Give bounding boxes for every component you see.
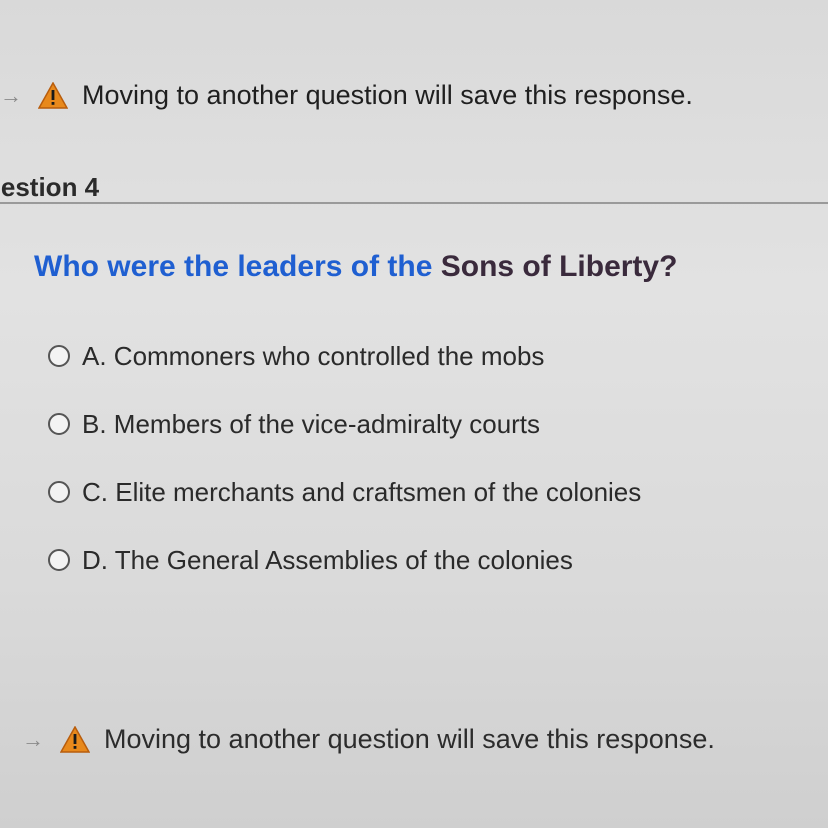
warning-triangle-icon [60, 726, 90, 753]
radio-button-a[interactable] [48, 345, 70, 367]
quiz-page: → Moving to another question will save t… [0, 0, 828, 828]
prompt-text-part2: Sons of Liberty? [440, 250, 678, 283]
warning-triangle-icon [38, 82, 68, 109]
question-header: uestion 4 [0, 172, 140, 206]
save-notice-bottom: → Moving to another question will save t… [22, 724, 715, 755]
question-number: uestion 4 [0, 172, 100, 202]
option-c[interactable]: C. Elite merchants and craftsmen of the … [48, 458, 641, 526]
answer-options: A. Commoners who controlled the mobs B. … [48, 322, 641, 594]
option-c-label: C. Elite merchants and craftsmen of the … [82, 476, 642, 507]
save-notice-text: Moving to another question will save thi… [82, 80, 693, 110]
question-prompt: Who were the leaders of the Sons of Libe… [34, 250, 677, 284]
option-b[interactable]: B. Members of the vice-admiralty courts [48, 390, 641, 458]
option-a[interactable]: A. Commoners who controlled the mobs [48, 322, 641, 390]
arrow-icon[interactable]: → [22, 727, 60, 753]
option-b-label: B. Members of the vice-admiralty courts [82, 408, 541, 439]
save-notice-top: → Moving to another question will save t… [0, 80, 693, 111]
option-d-label: D. The General Assemblies of the colonie… [82, 544, 573, 575]
header-divider [0, 202, 828, 204]
arrow-icon[interactable]: → [0, 83, 38, 109]
radio-button-d[interactable] [48, 549, 70, 571]
option-d[interactable]: D. The General Assemblies of the colonie… [48, 526, 641, 594]
save-notice-text: Moving to another question will save thi… [104, 724, 715, 754]
prompt-text-part1: Who were the leaders of the [34, 250, 441, 283]
option-a-label: A. Commoners who controlled the mobs [82, 340, 545, 371]
radio-button-b[interactable] [48, 413, 70, 435]
radio-button-c[interactable] [48, 481, 70, 503]
